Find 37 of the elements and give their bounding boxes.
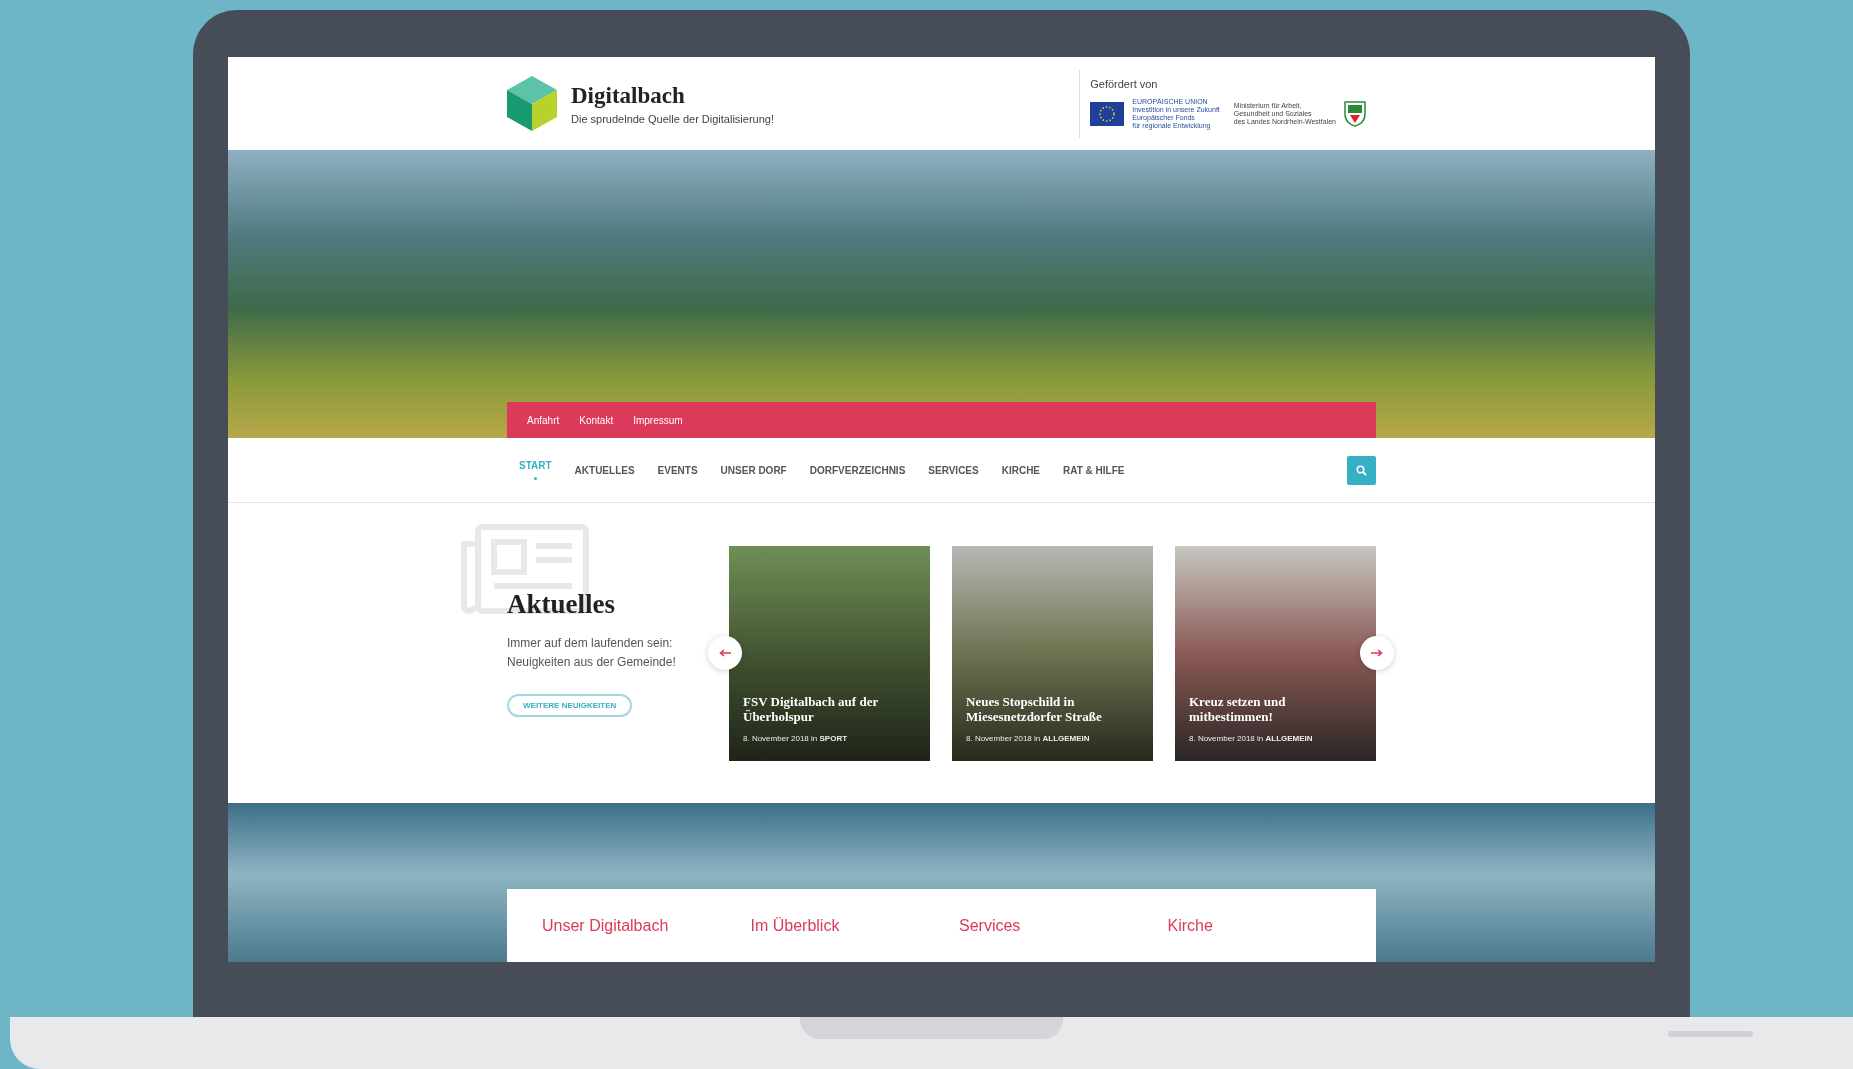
previous-button[interactable] bbox=[708, 636, 742, 670]
coat-of-arms-icon bbox=[1344, 100, 1366, 127]
news-card[interactable]: Kreuz setzen und mitbestimmen! 8. November 2018 in ALLGEMEIN bbox=[1175, 545, 1376, 761]
category-heading[interactable]: Services bbox=[959, 917, 1168, 962]
news-meta: 8. November 2018 in ALLGEMEIN bbox=[1189, 733, 1314, 743]
flag-icon bbox=[1090, 101, 1125, 126]
top-link[interactable]: Anfahrt bbox=[527, 414, 560, 426]
category-heading[interactable]: Unser Digitalbach bbox=[542, 917, 751, 962]
next-button[interactable] bbox=[1360, 636, 1394, 670]
section-description: Immer auf dem laufenden sein: Neuigkeiten aus der Gemeinde! bbox=[507, 635, 676, 671]
category-heading[interactable]: Im Überblick bbox=[750, 917, 959, 962]
site-title[interactable]: Digitalbach bbox=[571, 82, 774, 109]
news-meta: 8. November 2018 in SPORT bbox=[743, 733, 849, 743]
search-button[interactable] bbox=[1347, 455, 1376, 485]
top-link[interactable]: Kontakt bbox=[579, 414, 614, 426]
news-card[interactable]: Neues Stopschild in Miesesnetzdorfer Straße 8. November 2018 in ALLGEMEIN bbox=[952, 545, 1153, 761]
nav-tab[interactable]: DORFVERZEICHNIS bbox=[809, 464, 906, 476]
news-card[interactable]: FSV Digitalbach auf der Überholspur 8. November 2018 in SPORT bbox=[729, 545, 930, 761]
nav-tab[interactable]: SERVICES bbox=[928, 464, 979, 476]
news-title[interactable]: Neues Stopschild in Miesesnetzdorfer Straße bbox=[966, 693, 1139, 724]
cube-logo-icon bbox=[507, 76, 557, 131]
top-link[interactable]: Impressum bbox=[633, 414, 683, 426]
nav-tab[interactable]: UNSER DORF bbox=[720, 464, 787, 476]
funding-label: Gefördert von bbox=[1090, 77, 1159, 90]
category-heading[interactable]: Kirche bbox=[1167, 917, 1376, 962]
nav-tab[interactable]: KIRCHE bbox=[1001, 464, 1041, 476]
news-title[interactable]: Kreuz setzen und mitbestimmen! bbox=[1189, 693, 1362, 724]
search-icon bbox=[1356, 464, 1367, 476]
nav-tab[interactable]: EVENTS bbox=[657, 464, 698, 476]
news-title[interactable]: FSV Digitalbach auf der Überholspur bbox=[743, 693, 916, 724]
nav-tab[interactable]: AKTUELLES bbox=[574, 464, 635, 476]
section-heading: Aktuelles bbox=[507, 589, 616, 620]
tagline: Die sprudelnde Quelle der Digitalisierung! bbox=[571, 112, 774, 125]
right-arrow-icon bbox=[1371, 649, 1383, 657]
news-meta: 8. November 2018 in ALLGEMEIN bbox=[966, 733, 1091, 743]
nav-tab[interactable]: RAT & HILFE bbox=[1063, 464, 1125, 476]
left-arrow-icon bbox=[719, 649, 731, 657]
